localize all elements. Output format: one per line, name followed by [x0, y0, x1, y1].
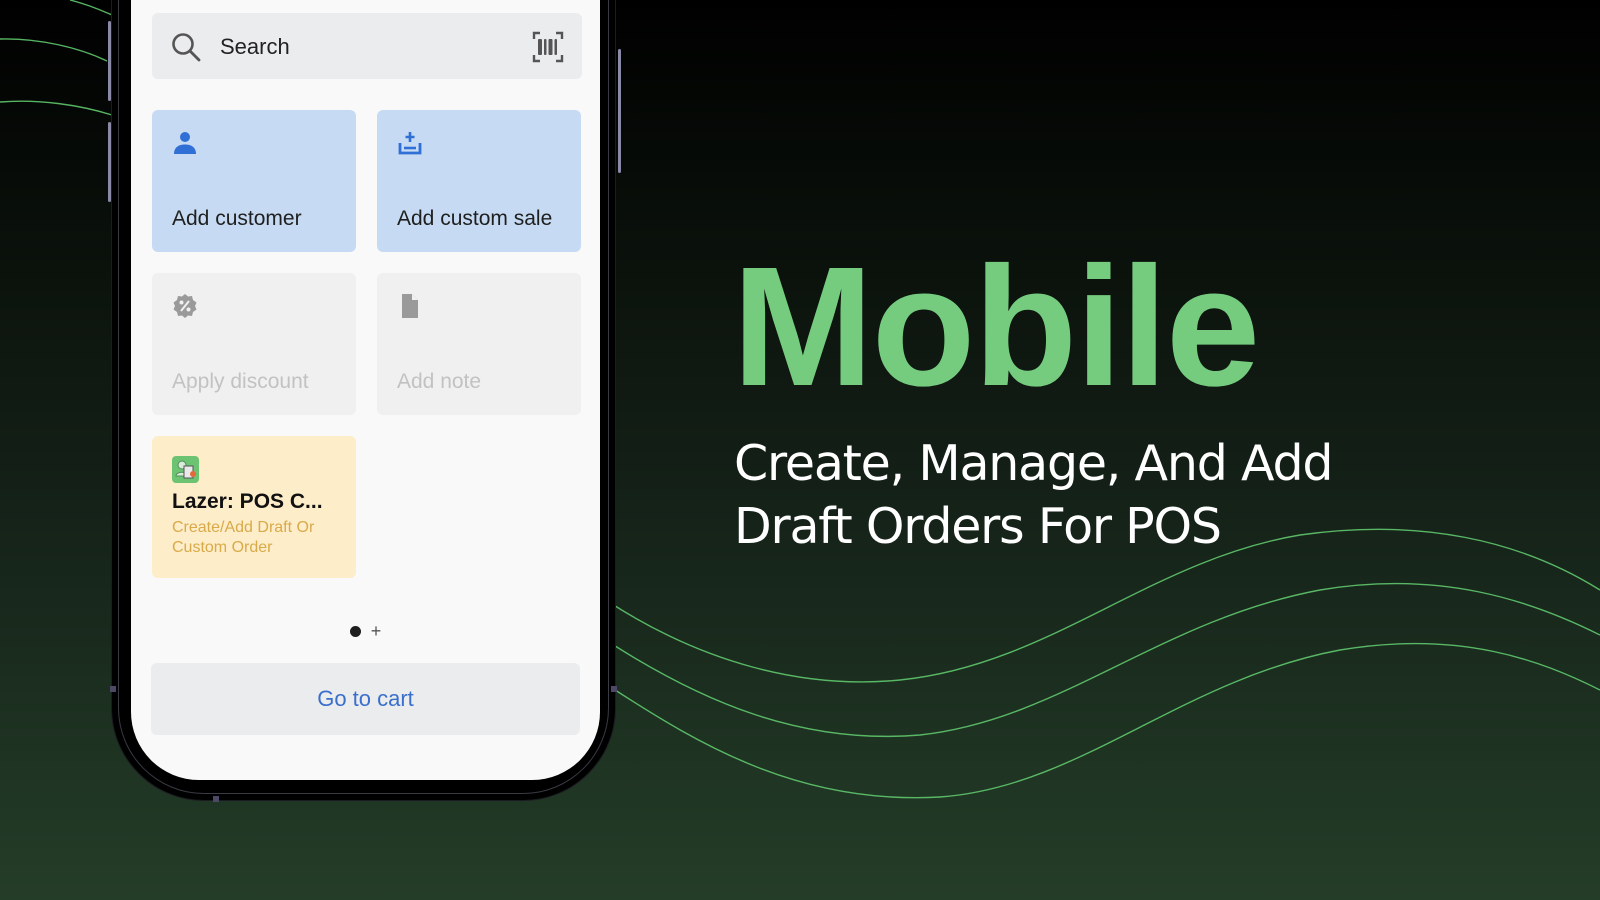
page-dot-active[interactable] — [349, 625, 361, 637]
discount-badge-icon — [173, 294, 197, 318]
page-indicator: + — [131, 622, 600, 640]
add-custom-sale-tile[interactable]: Add custom sale — [377, 110, 581, 252]
add-note-label: Add note — [397, 370, 482, 393]
phone-screen: Search Add customer Add custom sale Appl… — [131, 0, 600, 780]
wave-line-top-2 — [0, 38, 108, 62]
lazer-app-subtitle: Create/Add Draft Or Custom Order — [172, 519, 315, 556]
volume-down-button — [108, 122, 111, 202]
search-bar[interactable]: Search — [152, 13, 582, 79]
volume-up-button — [108, 21, 111, 101]
headline-title: Mobile — [732, 232, 1260, 422]
phone-frame: Search Add customer Add custom sale Appl… — [108, 0, 621, 802]
add-page-button[interactable]: + — [371, 622, 382, 640]
document-icon — [402, 294, 418, 318]
subtitle-line-1: Create, Manage, And Add — [734, 435, 1333, 492]
go-to-cart-button[interactable]: Go to cart — [151, 663, 580, 735]
search-placeholder: Search — [220, 34, 290, 59]
apply-discount-tile[interactable]: Apply discount — [152, 273, 356, 415]
wave-line-top-3 — [0, 100, 113, 116]
wave-line-2 — [611, 582, 1600, 738]
subtitle-line-2: Draft Orders For POS — [734, 498, 1222, 555]
add-customer-tile[interactable]: Add customer — [152, 110, 356, 252]
lazer-app-tile[interactable]: Lazer: POS C... Create/Add Draft Or Cust… — [152, 436, 356, 578]
wave-line-top-1 — [69, 0, 113, 16]
search-icon — [172, 33, 201, 62]
lazer-app-title: Lazer: POS C... — [172, 490, 323, 513]
barcode-scan-icon[interactable] — [532, 31, 564, 63]
person-icon — [174, 132, 196, 154]
tray-add-icon — [398, 132, 422, 155]
wave-line-3 — [611, 642, 1600, 799]
add-custom-sale-label: Add custom sale — [397, 207, 553, 230]
headline-subtitle: Create, Manage, And Add Draft Orders For… — [734, 432, 1333, 558]
power-button — [618, 49, 621, 173]
apply-discount-label: Apply discount — [172, 370, 309, 393]
add-customer-label: Add customer — [172, 207, 302, 230]
add-note-tile[interactable]: Add note — [377, 273, 581, 415]
lazer-app-logo-icon — [172, 456, 199, 483]
